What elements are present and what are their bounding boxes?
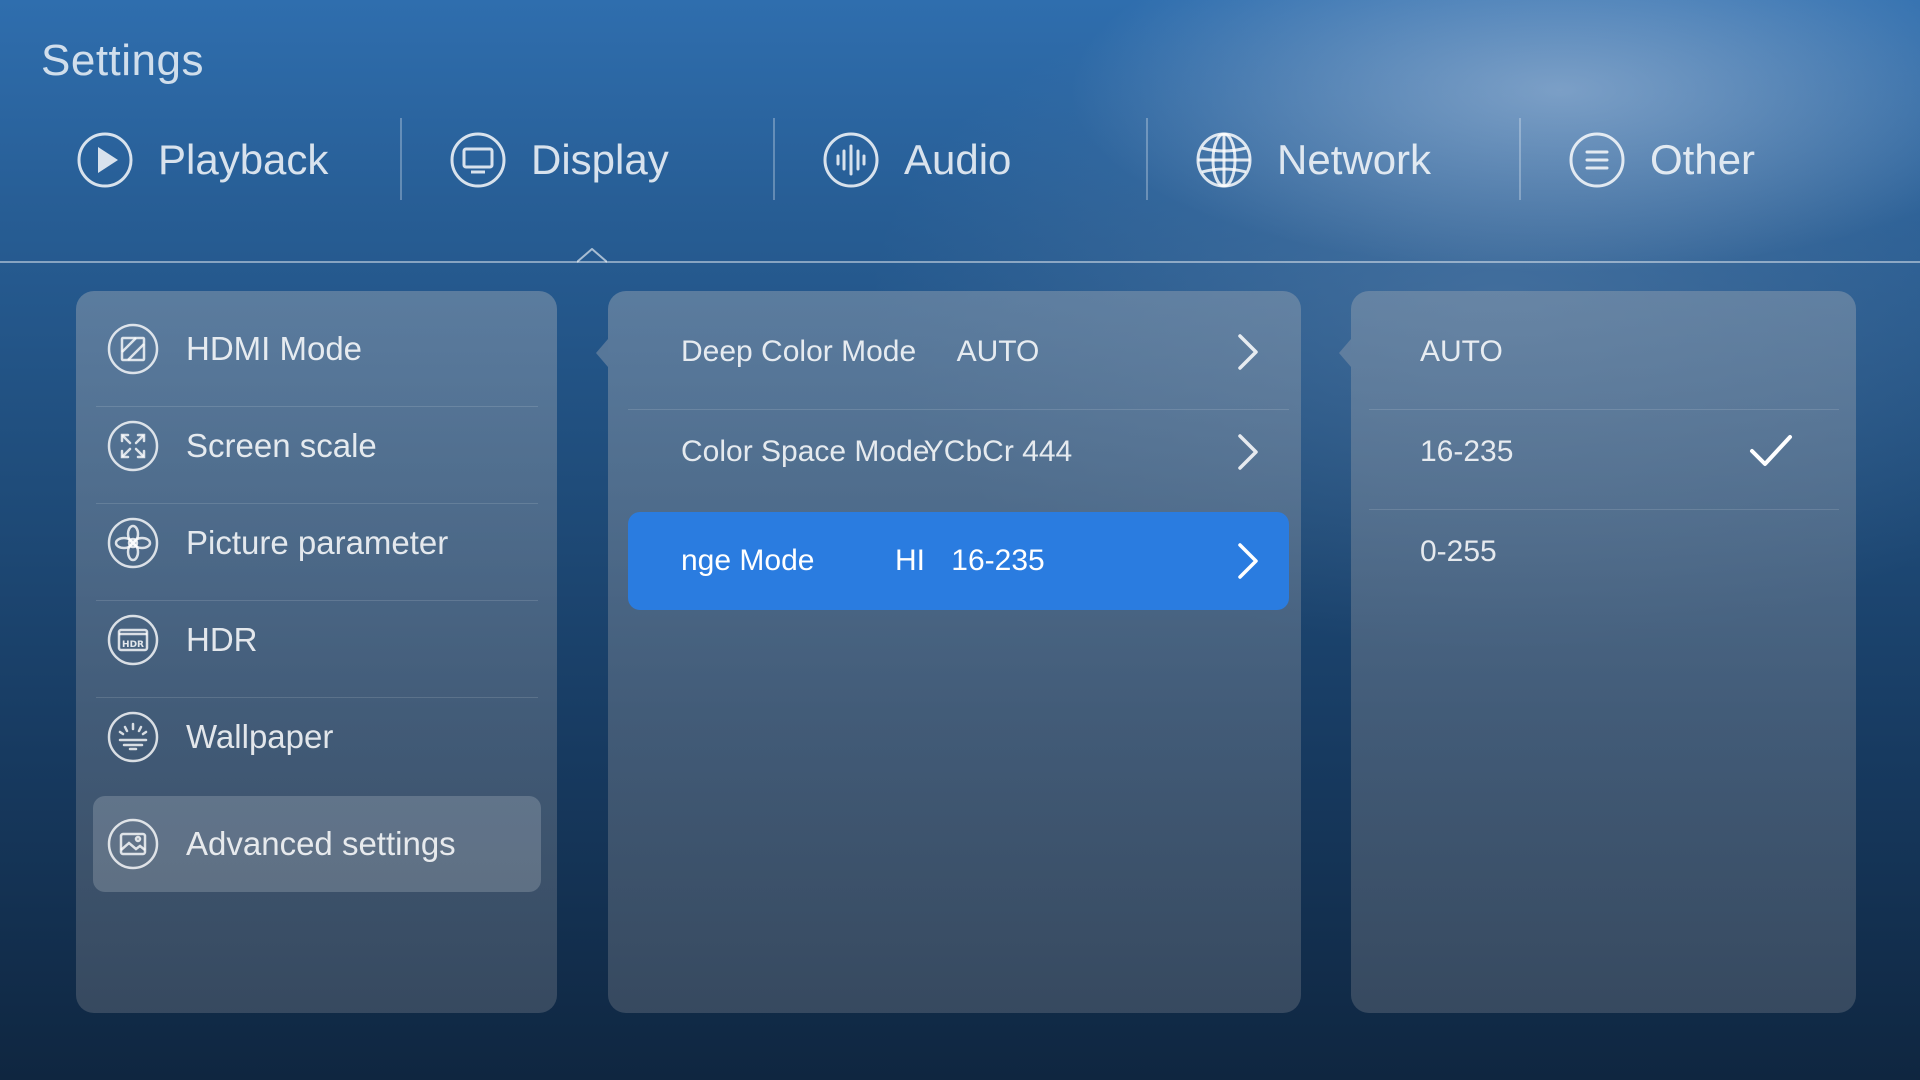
chevron-right-icon (1238, 434, 1258, 470)
play-icon (76, 131, 134, 189)
choice-label: AUTO (1420, 335, 1503, 368)
image-icon (106, 817, 160, 871)
sidebar-item-label: HDMI Mode (186, 330, 363, 367)
top-tab-bar: Playback Display Audio Network Other (0, 118, 1920, 202)
tab-separator (773, 118, 775, 200)
scale-icon (106, 419, 160, 473)
hdr-icon: HDR (106, 613, 160, 667)
wallpaper-icon (106, 710, 160, 764)
tab-separator (400, 118, 402, 200)
tab-label: Display (531, 136, 669, 183)
sidebar-item-screen-scale[interactable]: Screen scale (93, 398, 541, 494)
sidebar-item-wallpaper[interactable]: Wallpaper (93, 689, 541, 785)
choice-16-235[interactable]: 16-235 (1369, 403, 1839, 501)
aperture-icon (106, 516, 160, 570)
option-row-color-range-mode[interactable]: nge Mode HI 16-235 (628, 512, 1289, 610)
sidebar-item-label: Advanced settings (186, 825, 456, 862)
tab-label: Audio (904, 136, 1012, 183)
page-title: Settings (41, 36, 204, 85)
option-row-deep-color-mode[interactable]: Deep Color Mode AUTO (628, 303, 1289, 401)
tab-underline (0, 261, 1920, 263)
choice-label: 16-235 (1420, 435, 1514, 468)
panel-notch (596, 339, 608, 367)
panel-notch (1339, 339, 1351, 367)
menu-list-icon (1568, 131, 1626, 189)
sidebar-item-hdmi-mode[interactable]: HDMI Mode (93, 301, 541, 397)
tab-label: Network (1277, 136, 1432, 183)
choice-auto[interactable]: AUTO (1369, 303, 1839, 401)
tab-separator (1146, 118, 1148, 200)
tab-separator (1519, 118, 1521, 200)
active-tab-indicator (577, 248, 607, 263)
tab-label: Other (1650, 136, 1756, 183)
hdmi-icon (106, 322, 160, 376)
sidebar-item-hdr[interactable]: HDR HDR (93, 592, 541, 688)
chevron-right-icon (1238, 543, 1258, 579)
tab-other[interactable]: Other (1568, 118, 1755, 202)
sidebar-item-picture-parameter[interactable]: Picture parameter (93, 495, 541, 591)
checkmark-icon (1750, 435, 1792, 466)
sidebar-item-label: Screen scale (186, 427, 377, 464)
option-value: YCbCr 444 (923, 435, 1073, 468)
tab-network[interactable]: Network (1195, 118, 1431, 202)
choice-label: 0-255 (1420, 535, 1497, 568)
chevron-right-icon (1238, 334, 1258, 370)
sidebar-panel: HDMI Mode Screen scale Picture parameter… (76, 291, 557, 1013)
tab-playback[interactable]: Playback (76, 118, 328, 202)
sidebar-item-label: HDR (186, 621, 258, 658)
sidebar-item-label: Picture parameter (186, 524, 449, 561)
options-panel: Deep Color Mode AUTO Color Space Mode YC… (596, 291, 1301, 1013)
tab-audio[interactable]: Audio (822, 118, 1011, 202)
option-row-color-space-mode[interactable]: Color Space Mode YCbCr 444 (628, 403, 1289, 501)
option-value: 16-235 (951, 544, 1045, 577)
option-value: AUTO (956, 335, 1040, 368)
svg-text:HDR: HDR (122, 640, 144, 650)
choices-panel: AUTO 16-235 0-255 (1339, 291, 1856, 1013)
choice-0-255[interactable]: 0-255 (1369, 503, 1839, 601)
tab-label: Playback (158, 136, 329, 183)
tab-display[interactable]: Display (449, 118, 669, 202)
monitor-icon (449, 131, 507, 189)
sidebar-item-advanced-settings[interactable]: Advanced settings (93, 796, 541, 892)
sidebar-item-label: Wallpaper (186, 718, 334, 755)
option-name: nge Mode (681, 544, 815, 577)
globe-icon (1195, 131, 1253, 189)
audio-wave-icon (822, 131, 880, 189)
